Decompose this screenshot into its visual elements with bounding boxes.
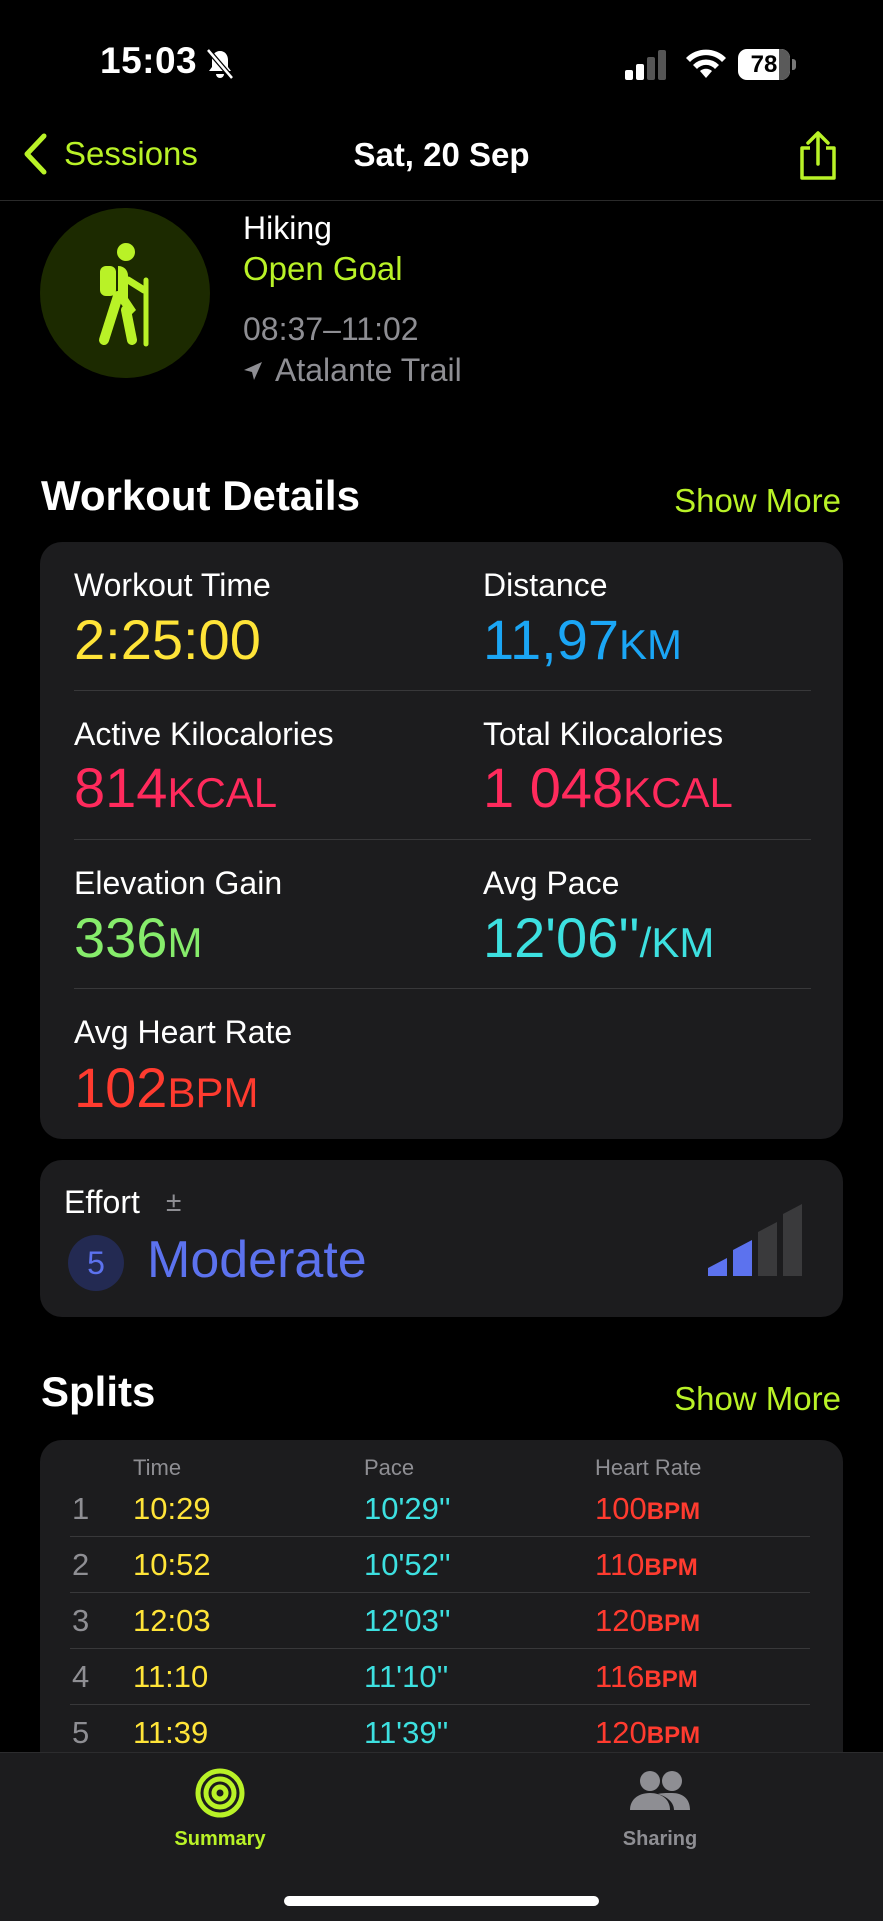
- avg-pace-value: 12'06''/KM: [483, 906, 715, 969]
- battery-level: 78: [750, 51, 778, 78]
- effort-level: Moderate: [147, 1231, 367, 1289]
- split-time: 10:29: [133, 1491, 211, 1526]
- distance-value: 11,97KM: [483, 608, 682, 671]
- elevation-label: Elevation Gain: [74, 865, 283, 901]
- total-kcal-value: 1 048KCAL: [483, 756, 733, 819]
- split-row: 4 11:10 11'10'' 116BPM: [70, 1649, 810, 1705]
- splits-show-more-button[interactable]: Show More: [674, 1380, 841, 1418]
- total-kcal-label: Total Kilocalories: [483, 716, 724, 752]
- details-divider: [74, 988, 811, 989]
- avg-hr-label: Avg Heart Rate: [74, 1014, 293, 1050]
- cellular-signal-icon: [625, 50, 666, 80]
- splits-header-time: Time: [133, 1455, 182, 1480]
- split-time: 10:52: [133, 1547, 211, 1582]
- details-divider: [74, 690, 811, 691]
- home-indicator[interactable]: [284, 1896, 599, 1906]
- split-heart-rate: 110BPM: [595, 1547, 698, 1582]
- split-number: 4: [72, 1659, 90, 1694]
- details-show-more-button[interactable]: Show More: [674, 482, 841, 520]
- effort-bar: [708, 1258, 727, 1276]
- split-row: 2 10:52 10'52'' 110BPM: [70, 1537, 810, 1593]
- hiking-icon: [99, 243, 149, 347]
- effort-label: Effort: [64, 1184, 140, 1220]
- split-time: 12:03: [133, 1603, 211, 1638]
- split-pace: 10'29'': [364, 1491, 451, 1526]
- split-pace: 12'03'': [364, 1603, 451, 1638]
- distance-unit: KM: [618, 621, 682, 668]
- active-kcal-value: 814KCAL: [74, 756, 278, 819]
- workout-time-value: 2:25:00: [74, 608, 261, 671]
- nav-divider: [0, 200, 883, 201]
- total-kcal-unit: KCAL: [623, 769, 733, 816]
- time-range: 08:37–11:02: [243, 311, 419, 347]
- workout-details-heading: Workout Details: [41, 472, 360, 519]
- effort-score-badge: 5: [68, 1235, 124, 1291]
- page-title: Sat, 20 Sep: [353, 136, 530, 173]
- split-number: 2: [72, 1547, 90, 1582]
- split-pace: 11'10'': [364, 1659, 449, 1694]
- goal-label: Open Goal: [243, 250, 403, 287]
- avg-pace-unit: /KM: [639, 919, 715, 966]
- splits-header-pace: Pace: [364, 1455, 415, 1480]
- elevation-value: 336M: [74, 906, 203, 969]
- effort-bar: [783, 1204, 802, 1276]
- battery-indicator: 78: [738, 49, 796, 80]
- location-name: Atalante Trail: [275, 352, 462, 388]
- split-number: 1: [72, 1491, 90, 1526]
- location-row: Atalante Trail: [243, 352, 462, 389]
- split-row: 3 12:03 12'03'' 120BPM: [70, 1593, 810, 1649]
- status-time: 15:03: [100, 40, 198, 81]
- effort-bars-icon: [708, 1204, 802, 1276]
- people-icon: [630, 1771, 690, 1810]
- details-divider: [74, 839, 811, 840]
- split-heart-rate: 116BPM: [595, 1659, 698, 1694]
- split-heart-rate: 120BPM: [595, 1603, 701, 1638]
- effort-bar: [758, 1222, 777, 1276]
- avg-pace-label: Avg Pace: [483, 865, 620, 901]
- tab-sharing[interactable]: Sharing: [600, 1768, 720, 1851]
- wifi-icon: [686, 49, 726, 78]
- splits-heading: Splits: [41, 1368, 156, 1415]
- workout-time-label: Workout Time: [74, 567, 271, 603]
- split-number: 3: [72, 1603, 90, 1638]
- avg-hr-value: 102BPM: [74, 1056, 259, 1119]
- location-arrow-icon: [244, 361, 262, 380]
- tab-summary-label: Summary: [174, 1828, 266, 1850]
- activity-name: Hiking: [243, 210, 332, 246]
- bell-muted-icon: [206, 48, 234, 80]
- elevation-unit: M: [167, 919, 203, 966]
- active-kcal-unit: KCAL: [167, 769, 278, 816]
- split-heart-rate: 100BPM: [595, 1491, 701, 1526]
- split-time: 11:10: [133, 1659, 209, 1694]
- distance-label: Distance: [483, 567, 608, 603]
- split-pace: 10'52'': [364, 1547, 451, 1582]
- splits-header-heart-rate: Heart Rate: [595, 1455, 702, 1480]
- share-icon[interactable]: [796, 130, 840, 182]
- tab-summary[interactable]: Summary: [160, 1768, 280, 1851]
- activity-rings-icon: [195, 1768, 245, 1818]
- avg-hr-unit: BPM: [167, 1069, 259, 1116]
- active-kcal-label: Active Kilocalories: [74, 716, 334, 752]
- effort-bar: [733, 1240, 752, 1276]
- split-row: 1 10:29 10'29'' 100BPM: [70, 1481, 810, 1537]
- effort-adjust-icon[interactable]: ±: [166, 1186, 181, 1218]
- tab-sharing-label: Sharing: [622, 1828, 698, 1850]
